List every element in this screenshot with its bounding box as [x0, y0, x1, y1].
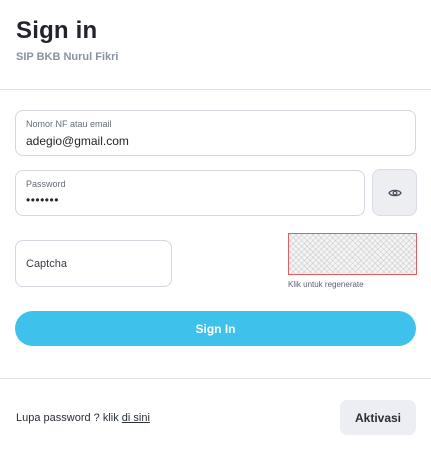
password-field-value[interactable]: ••••••• — [26, 193, 59, 207]
forgot-password-prefix: Lupa password ? klik — [16, 412, 122, 424]
email-field-value[interactable]: adegio@gmail.com — [26, 134, 129, 148]
activate-button[interactable]: Aktivasi — [340, 400, 416, 435]
page-header: Sign in SIP BKB Nurul Fikri — [16, 16, 118, 63]
password-field-label: Password — [26, 179, 66, 189]
password-field[interactable]: Password ••••••• — [15, 170, 365, 216]
page-subtitle: SIP BKB Nurul Fikri — [16, 51, 119, 63]
email-field-label: Nomor NF atau email — [26, 119, 112, 129]
sign-in-button[interactable]: Sign In — [15, 311, 416, 346]
email-field[interactable]: Nomor NF atau email adegio@gmail.com — [15, 110, 416, 156]
captcha-image[interactable] — [288, 233, 417, 275]
forgot-password-text: Lupa password ? klik di sini — [16, 412, 150, 424]
footer-divider — [0, 378, 431, 379]
captcha-regenerate-hint: Klik untuk regenerate — [288, 280, 364, 289]
captcha-placeholder: Captcha — [26, 258, 67, 270]
page-title: Sign in — [16, 17, 98, 44]
header-divider — [0, 89, 431, 90]
eye-icon — [387, 189, 402, 196]
toggle-password-button[interactable] — [372, 169, 417, 216]
captcha-input[interactable]: Captcha — [15, 240, 172, 287]
forgot-password-link[interactable]: di sini — [122, 412, 150, 424]
